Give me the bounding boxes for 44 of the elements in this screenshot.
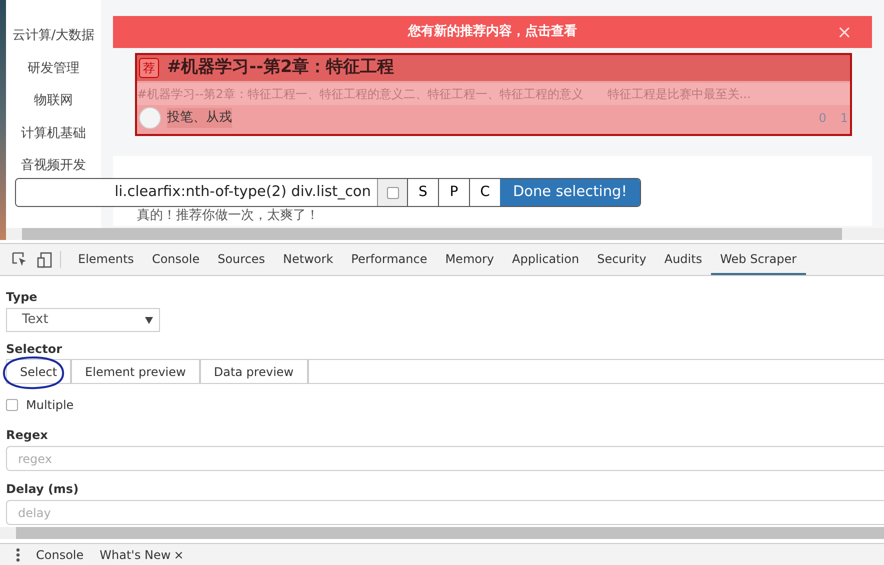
devtools-tab[interactable]: Elements	[69, 244, 143, 275]
category-link[interactable]: 物联网	[34, 91, 73, 110]
drawer-tab[interactable]: Console	[36, 546, 84, 564]
checkbox-label: Multiple	[26, 397, 74, 414]
category-link[interactable]: 云计算/大数据	[12, 26, 95, 46]
dropdown-arrow-icon	[145, 316, 153, 324]
more-options-icon[interactable]	[16, 548, 20, 562]
devtools-tab[interactable]: Application	[503, 244, 588, 275]
devtools-tab[interactable]: Web Scraper	[711, 244, 806, 275]
category-link[interactable]: 音视频开发	[21, 156, 86, 176]
category-link[interactable]: 计算机基础	[21, 124, 86, 143]
article-title[interactable]: #机器学习--第2章：特征工程	[167, 55, 394, 81]
regex-field[interactable]: regex	[6, 446, 884, 471]
device-icon[interactable]	[37, 252, 52, 268]
devtools-tab[interactable]: Console	[142, 244, 209, 275]
avatar-icon	[139, 107, 161, 129]
field-label: Type	[6, 289, 38, 306]
multiple-checkbox[interactable]	[386, 186, 398, 198]
multiple-checkbox[interactable]	[6, 399, 18, 411]
field-label: Delay (ms)	[6, 481, 79, 498]
author-name[interactable]: 投笔、从戎	[167, 108, 232, 128]
comment-count: 1	[840, 110, 848, 127]
horizontal-scrollbar[interactable]	[0, 527, 884, 539]
article-summary: 真的！推荐你做一次，太爽了！	[137, 208, 319, 223]
devtools-tab[interactable]: Security	[588, 244, 656, 275]
recommend-badge: 荐	[139, 58, 159, 78]
category-link[interactable]: 研发管理	[28, 58, 80, 78]
field-label: Selector	[6, 341, 62, 358]
like-count: 0	[818, 110, 826, 127]
inspect-icon[interactable]	[12, 252, 27, 267]
article-card[interactable]: 荐 #机器学习--第2章：特征工程 #机器学习--第2章：特征工程一、特征工程的意义二、特征工程一、特征工程的意义 特征工程是比赛中最至关... 投笔、从戎 0 1	[135, 53, 852, 136]
devtools-tab[interactable]: Memory	[436, 244, 504, 275]
drawer-tab[interactable]: What's New	[100, 546, 171, 564]
devtools-tab[interactable]: Network	[274, 244, 342, 275]
selector-dialog[interactable]: li.clearfix:nth-of-type(2) div.list_con S P C Done selecting!	[15, 178, 641, 207]
done-selecting-button[interactable]: Done selecting!	[500, 179, 640, 206]
type-dropdown[interactable]: Text	[6, 308, 160, 332]
delay-field[interactable]: delay	[6, 500, 884, 525]
field-label: Regex	[6, 427, 48, 444]
devtools-tab[interactable]: Sources	[208, 244, 274, 275]
devtools-tab[interactable]: Audits	[655, 244, 712, 275]
article-summary: #机器学习--第2章：特征工程一、特征工程的意义二、特征工程一、特征工程的意义 特征工程是比赛中最至关...	[137, 83, 850, 105]
horizontal-scrollbar[interactable]	[6, 228, 884, 240]
devtools-tab[interactable]: Performance	[342, 244, 436, 275]
